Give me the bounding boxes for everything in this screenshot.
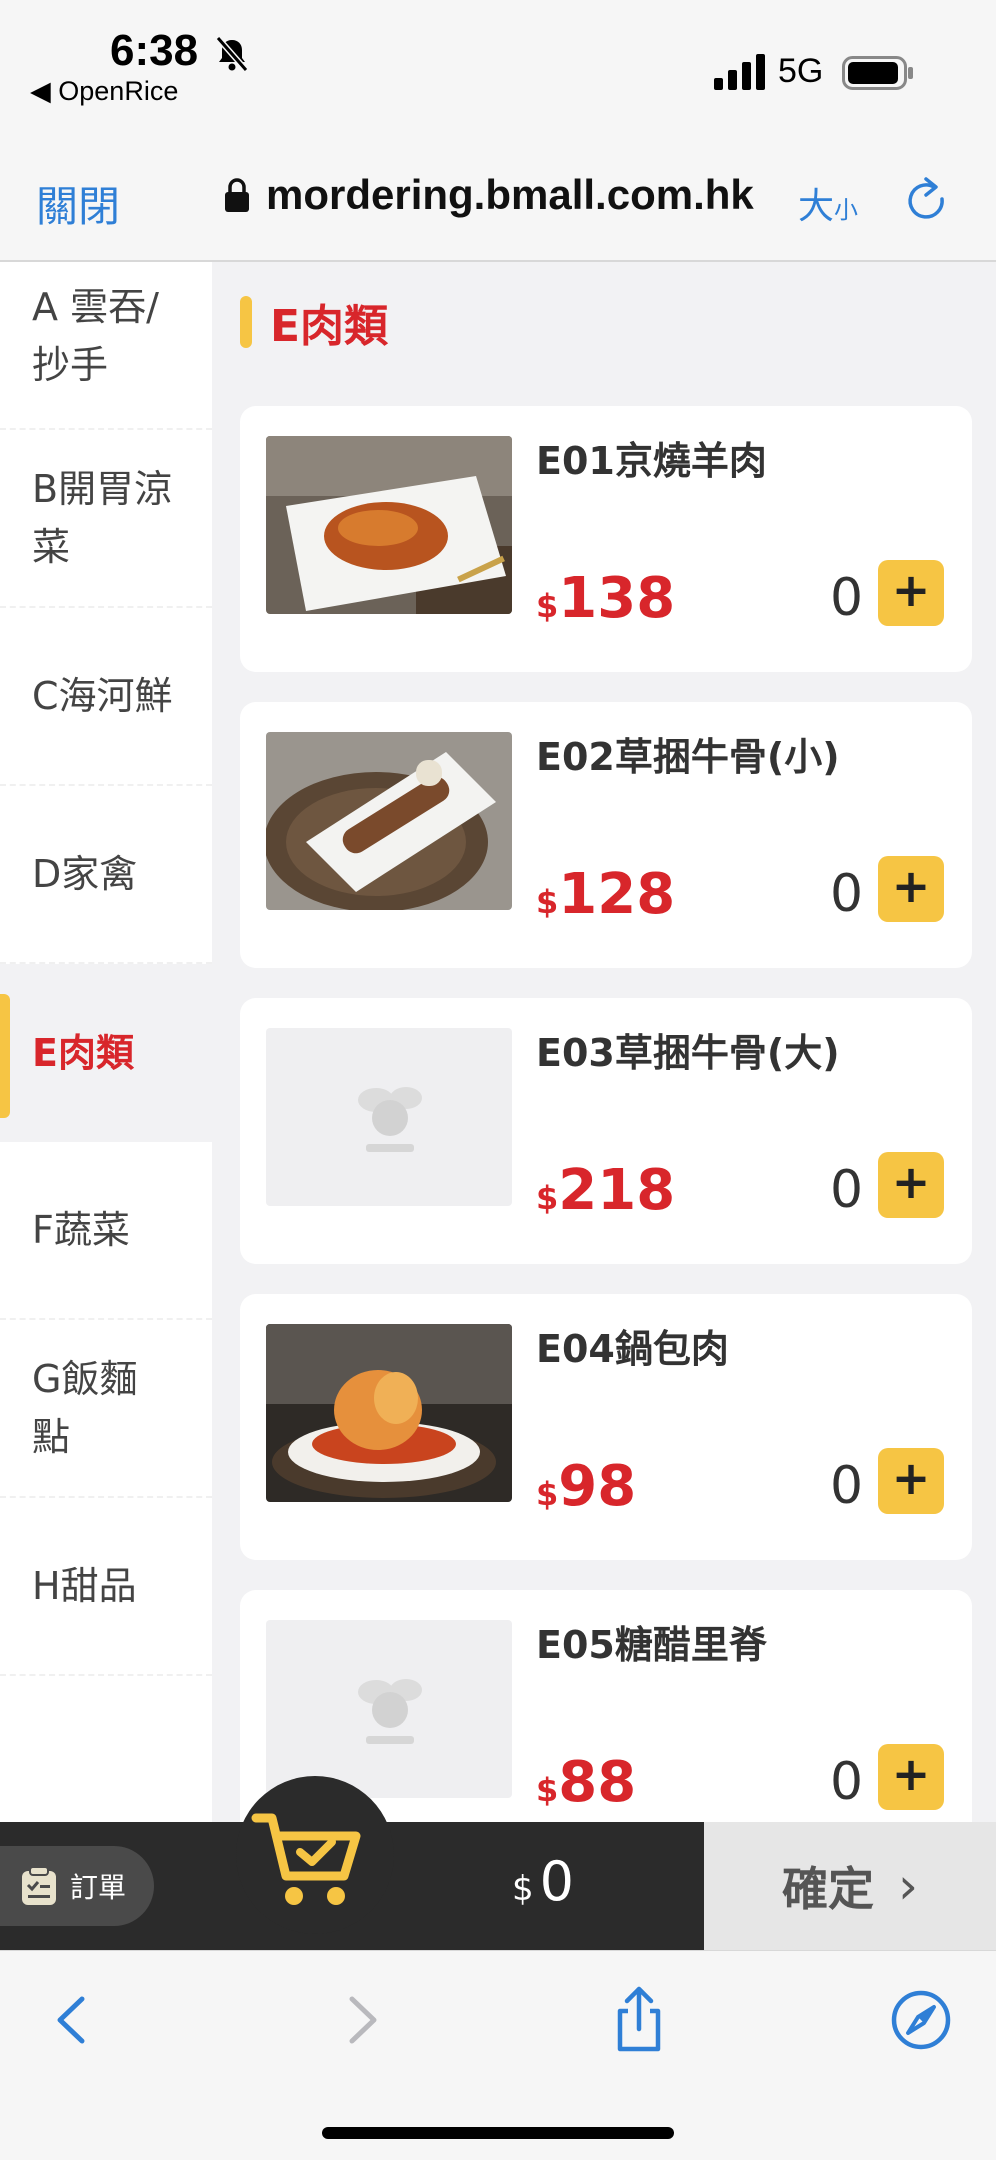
share-icon[interactable] <box>604 1985 674 2055</box>
item-quantity: 0 <box>830 1456 864 1516</box>
sidebar-item-label: A 雲吞/抄手 <box>32 285 159 387</box>
text-size-button[interactable]: 大小 <box>798 177 858 229</box>
item-name: E05糖醋里脊 <box>536 1623 767 1667</box>
sidebar-item-b[interactable]: B開胃涼菜 <box>0 430 212 608</box>
item-name: E01京燒羊肉 <box>536 439 767 483</box>
order-button[interactable]: 訂單 <box>0 1846 154 1926</box>
sidebar-item-label: E肉類 <box>32 1031 134 1075</box>
close-button[interactable]: 關閉 <box>36 173 120 234</box>
item-quantity: 0 <box>830 1160 864 1220</box>
add-button[interactable]: + <box>878 1448 944 1514</box>
price-value: 138 <box>558 566 676 631</box>
sidebar-item-label: D家禽 <box>32 852 138 896</box>
menu-item-card[interactable]: E01京燒羊肉 $138 0 + <box>240 406 972 672</box>
add-button[interactable]: + <box>878 856 944 922</box>
dish-photo-icon <box>266 732 512 910</box>
item-name: E02草捆牛骨(小) <box>536 735 840 779</box>
forward-arrow-icon[interactable] <box>326 1985 396 2055</box>
dish-image-placeholder[interactable] <box>266 1620 512 1798</box>
price-currency: $ <box>536 1179 559 1217</box>
dish-image[interactable] <box>266 1324 512 1502</box>
section-title: E肉類 <box>270 301 389 352</box>
sidebar-item-f[interactable]: F蔬菜 <box>0 1142 212 1320</box>
browser-url-bar: 關閉 mordering.bmall.com.hk 大小 <box>0 125 996 262</box>
dish-image[interactable] <box>266 436 512 614</box>
section-header: E肉類 <box>240 296 388 352</box>
price-value: 98 <box>558 1454 637 1519</box>
price-value: 88 <box>558 1750 637 1815</box>
item-quantity: 0 <box>830 864 864 924</box>
cart-bar: 訂單 $0 確定 › <box>0 1776 996 1950</box>
back-arrow-icon[interactable] <box>38 1985 108 2055</box>
cart-total: $0 <box>512 1850 574 1913</box>
item-quantity: 0 <box>830 1752 864 1812</box>
network-type: 5G <box>778 52 824 90</box>
category-sidebar: A 雲吞/抄手 B開胃涼菜 C海河鮮 D家禽 E肉類 F蔬菜 G飯麵點 H甜品 <box>0 262 212 1822</box>
item-name: E04鍋包肉 <box>536 1327 729 1371</box>
menu-item-card[interactable]: E04鍋包肉 $98 0 + <box>240 1294 972 1560</box>
clipboard-icon <box>22 1866 56 1905</box>
menu-list[interactable]: E肉類 E01京燒羊肉 $138 0 + E02草捆牛骨(小) $128 0 +… <box>212 262 996 1822</box>
item-price: $218 <box>536 1158 675 1223</box>
order-label: 訂單 <box>70 1871 127 1904</box>
sidebar-item-g[interactable]: G飯麵點 <box>0 1320 212 1498</box>
sidebar-item-label: F蔬菜 <box>32 1208 130 1252</box>
sidebar-item-label: H甜品 <box>32 1564 137 1608</box>
battery-icon <box>842 56 913 90</box>
menu-item-card[interactable]: E03草捆牛骨(大) $218 0 + <box>240 998 972 1264</box>
confirm-button[interactable]: 確定 › <box>704 1822 996 1950</box>
sidebar-item-h[interactable]: H甜品 <box>0 1498 212 1676</box>
reload-icon[interactable] <box>904 175 948 223</box>
confirm-label: 確定 <box>782 1862 874 1916</box>
compass-icon[interactable] <box>886 1985 956 2055</box>
dish-photo-icon <box>266 436 512 614</box>
sidebar-item-label: G飯麵點 <box>32 1357 138 1459</box>
bee-logo-placeholder-icon <box>358 1087 422 1152</box>
dish-image-placeholder[interactable] <box>266 1028 512 1206</box>
browser-toolbar <box>0 1950 996 2160</box>
sidebar-item-d[interactable]: D家禽 <box>0 786 212 964</box>
text-size-big: 大 <box>798 186 835 227</box>
item-name: E03草捆牛骨(大) <box>536 1031 840 1075</box>
total-value: 0 <box>539 1850 574 1913</box>
status-time: 6:38 <box>110 26 199 75</box>
item-price: $98 <box>536 1454 636 1519</box>
sidebar-item-a[interactable]: A 雲吞/抄手 <box>0 262 212 430</box>
add-button[interactable]: + <box>878 1152 944 1218</box>
price-currency: $ <box>536 1771 559 1809</box>
item-price: $88 <box>536 1750 636 1815</box>
lock-icon <box>225 178 249 212</box>
chevron-right-icon: › <box>898 1857 918 1915</box>
shopping-cart-icon[interactable] <box>248 1804 368 1914</box>
add-button[interactable]: + <box>878 560 944 626</box>
signal-icon <box>714 54 765 90</box>
price-currency: $ <box>536 1475 559 1513</box>
back-to-app-link[interactable]: ◀ OpenRice <box>30 76 178 107</box>
status-bar: 6:38 ◀ OpenRice 5G <box>0 0 996 125</box>
url-text[interactable]: mordering.bmall.com.hk <box>266 171 754 219</box>
price-currency: $ <box>536 587 559 625</box>
sidebar-item-label: C海河鮮 <box>32 674 173 718</box>
app-root: { "status_bar": {"time": "6:38", "back_a… <box>0 0 996 2160</box>
menu-item-card[interactable]: E02草捆牛骨(小) $128 0 + <box>240 702 972 968</box>
section-accent-bar <box>240 296 252 348</box>
add-button[interactable]: + <box>878 1744 944 1810</box>
sidebar-item-e[interactable]: E肉類 <box>0 964 212 1142</box>
item-quantity: 0 <box>830 568 864 628</box>
dish-photo-icon <box>266 1324 512 1502</box>
price-currency: $ <box>536 883 559 921</box>
bee-logo-placeholder-icon <box>358 1679 422 1744</box>
sidebar-item-label: B開胃涼菜 <box>32 467 173 569</box>
text-size-small: 小 <box>834 196 859 224</box>
total-currency: $ <box>512 1869 534 1909</box>
silent-bell-icon <box>215 36 249 72</box>
price-value: 218 <box>558 1158 676 1223</box>
item-price: $128 <box>536 862 675 927</box>
price-value: 128 <box>558 862 676 927</box>
sidebar-item-c[interactable]: C海河鮮 <box>0 608 212 786</box>
item-price: $138 <box>536 566 675 631</box>
dish-image[interactable] <box>266 732 512 910</box>
home-indicator[interactable] <box>322 2127 674 2139</box>
